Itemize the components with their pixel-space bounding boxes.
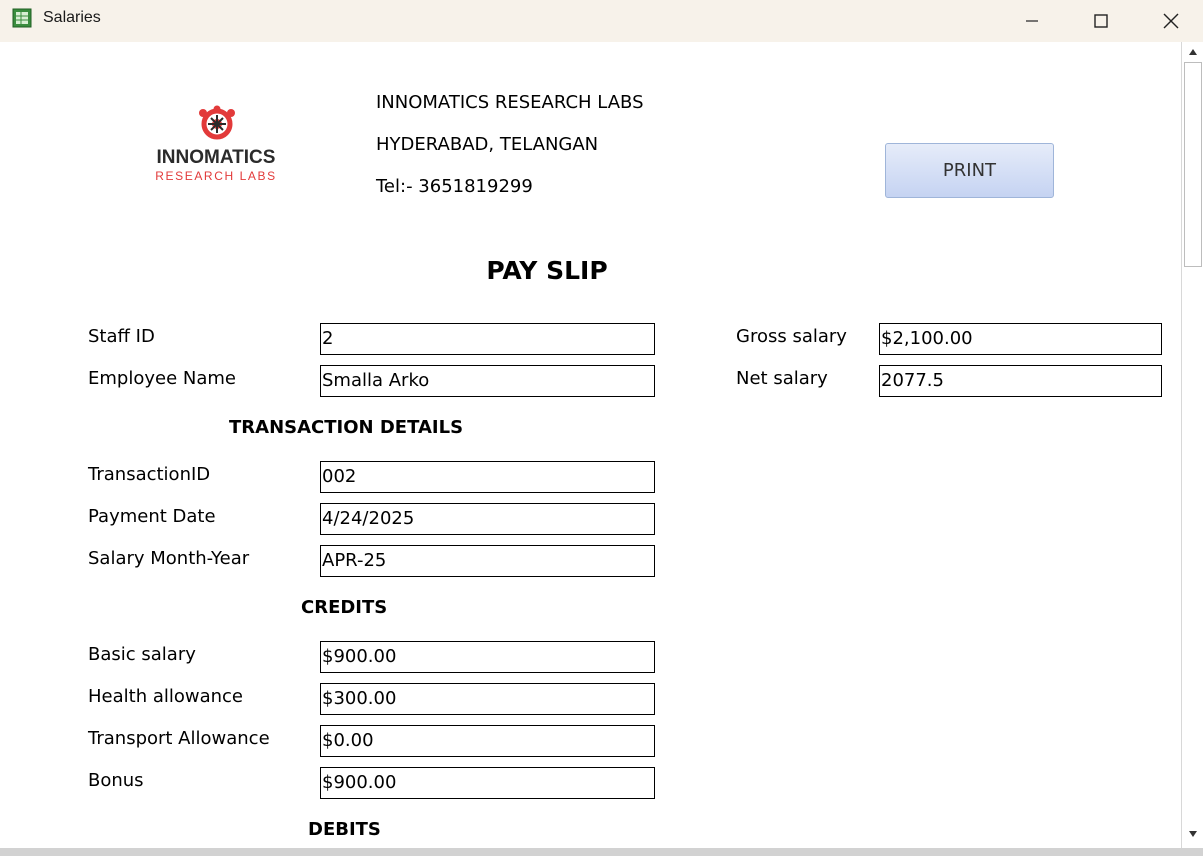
bonus-field[interactable]: $900.00	[320, 767, 655, 799]
staff-id-label: Staff ID	[88, 326, 155, 347]
health-allowance-field[interactable]: $300.00	[320, 683, 655, 715]
gross-salary-label: Gross salary	[736, 326, 847, 347]
logo-sub-text: RESEARCH LABS	[155, 169, 277, 183]
vertical-scrollbar[interactable]	[1181, 42, 1203, 848]
credits-heading: CREDITS	[301, 597, 388, 618]
pay-slip-title: PAY SLIP	[486, 256, 608, 285]
company-phone: Tel:- 3651819299	[376, 176, 533, 197]
payment-date-field[interactable]: 4/24/2025	[320, 503, 655, 535]
payment-date-label: Payment Date	[88, 506, 216, 527]
gross-salary-field[interactable]: $2,100.00	[879, 323, 1162, 355]
print-button[interactable]: PRINT	[885, 143, 1054, 198]
transaction-id-field[interactable]: 002	[320, 461, 655, 493]
payslip-form: INNOMATICS RESEARCH LABS INNOMATICS RESE…	[0, 42, 1181, 848]
salary-month-year-field[interactable]: APR-25	[320, 545, 655, 577]
bonus-label: Bonus	[88, 770, 144, 791]
company-logo: INNOMATICS RESEARCH LABS	[148, 105, 284, 185]
close-icon	[1163, 13, 1179, 29]
employee-name-field[interactable]: Smalla Arko	[320, 365, 655, 397]
transport-allowance-label: Transport Allowance	[88, 728, 270, 749]
window-title: Salaries	[43, 9, 101, 26]
transaction-id-label: TransactionID	[88, 464, 211, 485]
salary-month-year-label: Salary Month-Year	[88, 548, 250, 569]
close-button[interactable]	[1136, 0, 1203, 42]
company-address: HYDERABAD, TELANGAN	[376, 134, 599, 155]
minimize-icon	[1026, 20, 1038, 22]
basic-salary-label: Basic salary	[88, 644, 196, 665]
logo-mark-icon	[199, 105, 235, 140]
company-name: INNOMATICS RESEARCH LABS	[376, 92, 644, 113]
horizontal-scrollbar[interactable]	[0, 848, 1203, 856]
maximize-button[interactable]	[1066, 0, 1136, 42]
scrollbar-thumb[interactable]	[1184, 62, 1202, 267]
staff-id-field[interactable]: 2	[320, 323, 655, 355]
maximize-icon	[1094, 14, 1108, 28]
spreadsheet-app-icon	[12, 8, 32, 28]
scroll-down-button[interactable]	[1182, 824, 1203, 844]
basic-salary-field[interactable]: $900.00	[320, 641, 655, 673]
health-allowance-label: Health allowance	[88, 686, 244, 707]
transport-allowance-field[interactable]: $0.00	[320, 725, 655, 757]
net-salary-label: Net salary	[736, 368, 828, 389]
transaction-details-heading: TRANSACTION DETAILS	[229, 417, 464, 438]
net-salary-field[interactable]: 2077.5	[879, 365, 1162, 397]
debits-heading: DEBITS	[308, 819, 381, 840]
employee-name-label: Employee Name	[88, 368, 236, 389]
triangle-up-icon	[1188, 49, 1197, 55]
title-bar: Salaries	[0, 0, 1203, 42]
scroll-up-button[interactable]	[1182, 42, 1203, 62]
logo-brand-text: INNOMATICS	[156, 147, 276, 168]
minimize-button[interactable]	[997, 0, 1067, 42]
triangle-down-icon	[1188, 831, 1197, 837]
